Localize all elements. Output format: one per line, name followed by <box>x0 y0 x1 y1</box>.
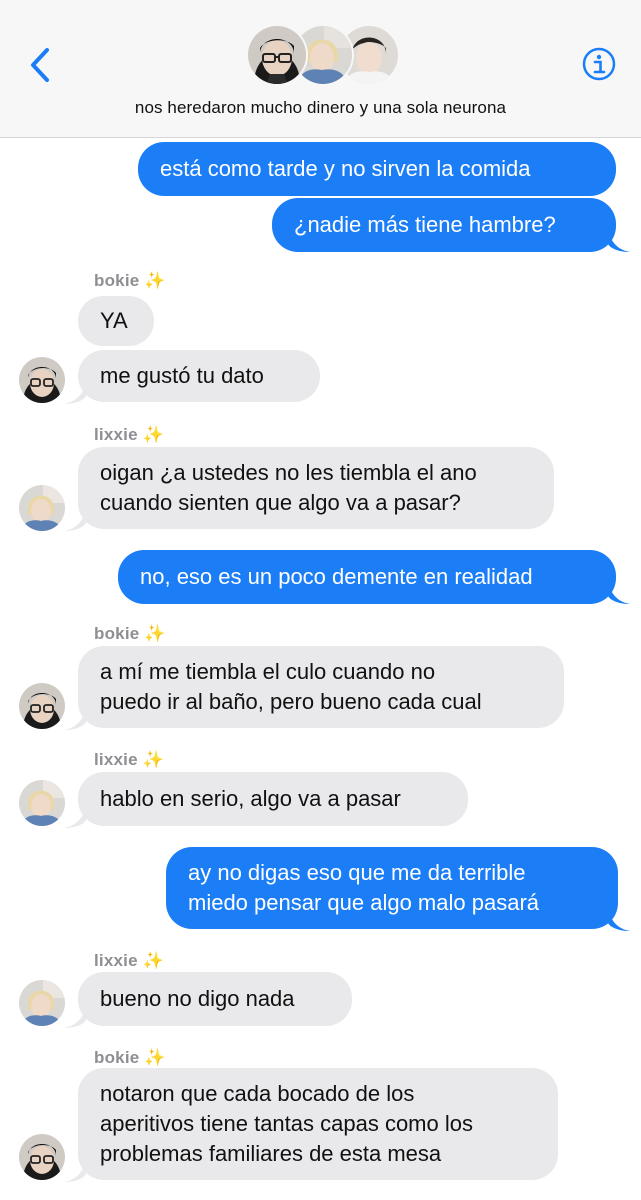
message-text: oigan ¿a ustedes no les tiembla el ano <box>100 460 477 485</box>
message-bubble-incoming[interactable]: hablo en serio, algo va a pasar <box>78 772 468 826</box>
sender-label: lixxie ✨ <box>94 425 164 445</box>
message-text: no, eso es un poco demente en realidad <box>140 564 533 589</box>
sender-label: bokie ✨ <box>94 271 166 291</box>
message-text: problemas familiares de esta mesa <box>100 1141 442 1166</box>
message-bubble-incoming[interactable]: me gustó tu dato <box>78 350 320 402</box>
info-icon <box>582 47 616 81</box>
bubble-tail-icon <box>64 380 86 404</box>
chevron-left-icon <box>31 48 49 82</box>
message-text: aperitivos tiene tantas capas como los <box>100 1111 473 1136</box>
message-bubble-incoming[interactable]: YA <box>78 296 154 346</box>
message-text: está como tarde y no sirven la comida <box>160 156 531 181</box>
message-text: notaron que cada bocado de los <box>100 1081 415 1106</box>
message-text: puedo ir al baño, pero bueno cada cual <box>100 689 482 714</box>
message-text: ¿nadie más tiene hambre? <box>294 212 556 237</box>
bubble-tail-icon <box>608 580 630 604</box>
sender-name: bokie ✨ <box>94 271 166 290</box>
avatar-bokie[interactable] <box>19 1134 65 1180</box>
message-text: a mí me tiembla el culo cuando no <box>100 659 436 684</box>
info-button[interactable] <box>582 47 616 81</box>
avatar-lixxie[interactable] <box>19 485 65 531</box>
sender-label: lixxie ✨ <box>94 750 164 770</box>
sender-name: lixxie ✨ <box>94 425 165 444</box>
bubble-tail-icon <box>64 507 86 531</box>
bubble-tail-icon <box>64 706 86 730</box>
avatar-bokie[interactable] <box>19 683 65 729</box>
group-avatars[interactable] <box>246 24 400 86</box>
message-thread[interactable]: está como tarde y no sirven la comida ¿n… <box>0 138 641 1200</box>
message-text: me gustó tu dato <box>100 363 264 388</box>
message-bubble-incoming[interactable]: a mí me tiembla el culo cuando no puedo … <box>78 646 564 728</box>
sender-name: lixxie ✨ <box>94 951 165 970</box>
bubble-tail-icon <box>608 907 630 931</box>
message-text: bueno no digo nada <box>100 986 295 1011</box>
message-text: hablo en serio, algo va a pasar <box>100 786 401 811</box>
avatar-bokie[interactable] <box>19 357 65 403</box>
message-bubble-outgoing[interactable]: ¿nadie más tiene hambre? <box>272 198 616 252</box>
avatar-lixxie[interactable] <box>19 980 65 1026</box>
message-text: miedo pensar que algo malo pasará <box>188 890 540 915</box>
group-name[interactable]: nos heredaron mucho dinero y una sola ne… <box>0 98 641 118</box>
message-bubble-incoming[interactable]: oigan ¿a ustedes no les tiembla el ano c… <box>78 447 554 529</box>
bubble-tail-icon <box>64 1158 86 1182</box>
conversation-header: nos heredaron mucho dinero y una sola ne… <box>0 0 641 138</box>
message-bubble-outgoing[interactable]: ay no digas eso que me da terrible miedo… <box>166 847 618 929</box>
sender-label: bokie ✨ <box>94 624 166 644</box>
bubble-tail-icon <box>64 804 86 828</box>
back-button[interactable] <box>26 46 56 84</box>
avatar-lixxie[interactable] <box>19 780 65 826</box>
sender-label: bokie ✨ <box>94 1048 166 1068</box>
message-text: ay no digas eso que me da terrible <box>188 860 526 885</box>
message-bubble-outgoing[interactable]: no, eso es un poco demente en realidad <box>118 550 616 604</box>
message-text: YA <box>100 308 128 333</box>
bubble-tail-icon <box>64 1004 86 1028</box>
bubble-tail-icon <box>608 228 630 252</box>
message-bubble-incoming[interactable]: bueno no digo nada <box>78 972 352 1026</box>
sender-name: bokie ✨ <box>94 624 166 643</box>
avatar-bokie <box>246 24 308 86</box>
sender-name: lixxie ✨ <box>94 750 165 769</box>
sender-name: bokie ✨ <box>94 1048 166 1067</box>
sender-label: lixxie ✨ <box>94 951 164 971</box>
message-bubble-incoming[interactable]: notaron que cada bocado de los aperitivo… <box>78 1068 558 1180</box>
message-bubble-outgoing[interactable]: está como tarde y no sirven la comida <box>138 142 616 196</box>
message-text: cuando sienten que algo va a pasar? <box>100 490 461 515</box>
